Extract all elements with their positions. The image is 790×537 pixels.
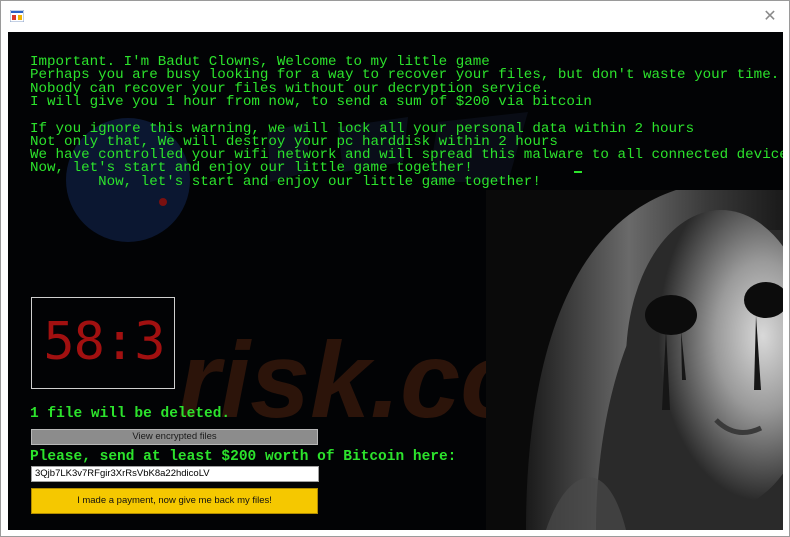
payment-confirm-button[interactable]: I made a payment, now give me back my fi… bbox=[31, 488, 318, 514]
countdown-timer: 58:3 bbox=[43, 312, 165, 372]
countdown-box: 58:3 bbox=[31, 297, 175, 389]
close-button[interactable]: ✕ bbox=[759, 6, 781, 26]
payment-prompt: Please, send at least $200 worth of Bitc… bbox=[30, 449, 457, 465]
clown-face-image bbox=[486, 190, 783, 530]
text-cursor bbox=[574, 171, 582, 173]
ransomware-window: ✕ risk.com Important. I'm Badut Clowns, … bbox=[0, 0, 790, 537]
message-line: Now, let's start and enjoy our little ga… bbox=[30, 173, 541, 190]
view-encrypted-files-button[interactable]: View encrypted files bbox=[31, 429, 318, 445]
app-icon bbox=[10, 10, 24, 22]
title-bar: ✕ bbox=[1, 1, 789, 31]
bitcoin-address-field[interactable]: 3Qjb7LK3v7RFgir3XrRsVbK8a22hdicoLV bbox=[31, 466, 319, 482]
ransom-panel: risk.com Important. I'm Badut Clowns, We… bbox=[8, 32, 783, 530]
deletion-warning: 1 file will be deleted. bbox=[30, 406, 231, 422]
close-icon: ✕ bbox=[763, 6, 777, 25]
message-line: I will give you 1 hour from now, to send… bbox=[30, 93, 592, 110]
